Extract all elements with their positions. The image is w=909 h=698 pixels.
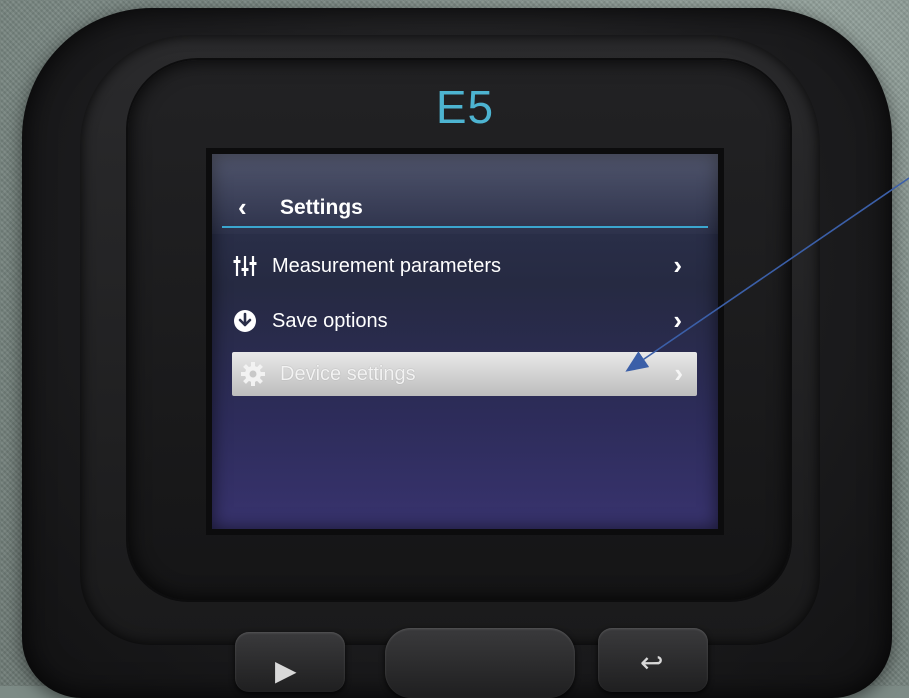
menu-item-save-options[interactable]: Save options › bbox=[230, 299, 696, 343]
chevron-right-icon: › bbox=[673, 250, 682, 280]
return-icon: ↩ bbox=[640, 647, 664, 678]
menu-item-label: Measurement parameters bbox=[272, 254, 501, 277]
menu-item-label: Save options bbox=[272, 309, 388, 332]
menu-item-measurement-parameters[interactable]: Measurement parameters › bbox=[230, 244, 696, 288]
hardware-button-left[interactable]: ▶ bbox=[235, 632, 345, 692]
chevron-right-icon: › bbox=[674, 358, 683, 388]
back-icon[interactable]: ‹ bbox=[238, 192, 247, 223]
model-label: E5 bbox=[435, 81, 495, 133]
menu-item-device-settings[interactable]: Device settings › bbox=[232, 352, 697, 396]
hardware-button-back[interactable]: ↩ bbox=[598, 628, 708, 692]
download-circle-icon bbox=[230, 306, 260, 336]
device-screen: ‹ Settings Measurement parameters › Save… bbox=[212, 154, 718, 529]
menu-item-label: Device settings bbox=[280, 362, 416, 385]
sliders-icon bbox=[230, 251, 260, 281]
header-divider bbox=[222, 226, 708, 228]
chevron-right-icon: › bbox=[673, 305, 682, 335]
hardware-joystick[interactable] bbox=[385, 628, 575, 698]
page-title: Settings bbox=[280, 196, 363, 219]
play-icon: ▶ bbox=[275, 655, 297, 686]
gear-icon bbox=[238, 359, 268, 389]
settings-header: ‹ Settings bbox=[212, 184, 718, 226]
